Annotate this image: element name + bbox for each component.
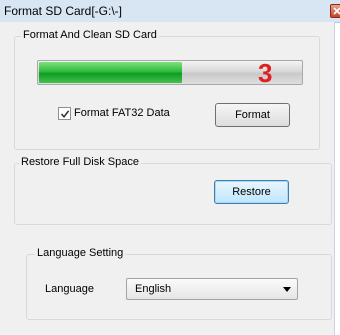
restore-button[interactable]: Restore	[214, 180, 289, 204]
close-icon	[333, 7, 340, 15]
language-select-value: English	[135, 283, 172, 295]
progress-fill	[39, 62, 183, 83]
format-group-legend: Format And Clean SD Card	[21, 29, 159, 41]
chevron-down-icon	[283, 287, 291, 292]
format-group: Format And Clean SD Card	[14, 29, 320, 150]
title-bar: Format SD Card[-G:\-]	[0, 0, 340, 23]
checkmark-icon	[60, 110, 70, 119]
close-button[interactable]	[330, 4, 340, 18]
step-number: 3	[258, 58, 273, 88]
format-fat32-label: Format FAT32 Data	[74, 107, 170, 119]
language-group-legend: Language Setting	[35, 247, 126, 259]
window-title: Format SD Card[-G:\-]	[4, 4, 123, 18]
format-button[interactable]: Format	[215, 103, 290, 127]
restore-group-legend: Restore Full Disk Space	[19, 156, 141, 168]
language-label: Language	[45, 283, 94, 295]
language-select[interactable]: English	[126, 278, 298, 300]
format-fat32-checkbox[interactable]	[58, 107, 71, 120]
